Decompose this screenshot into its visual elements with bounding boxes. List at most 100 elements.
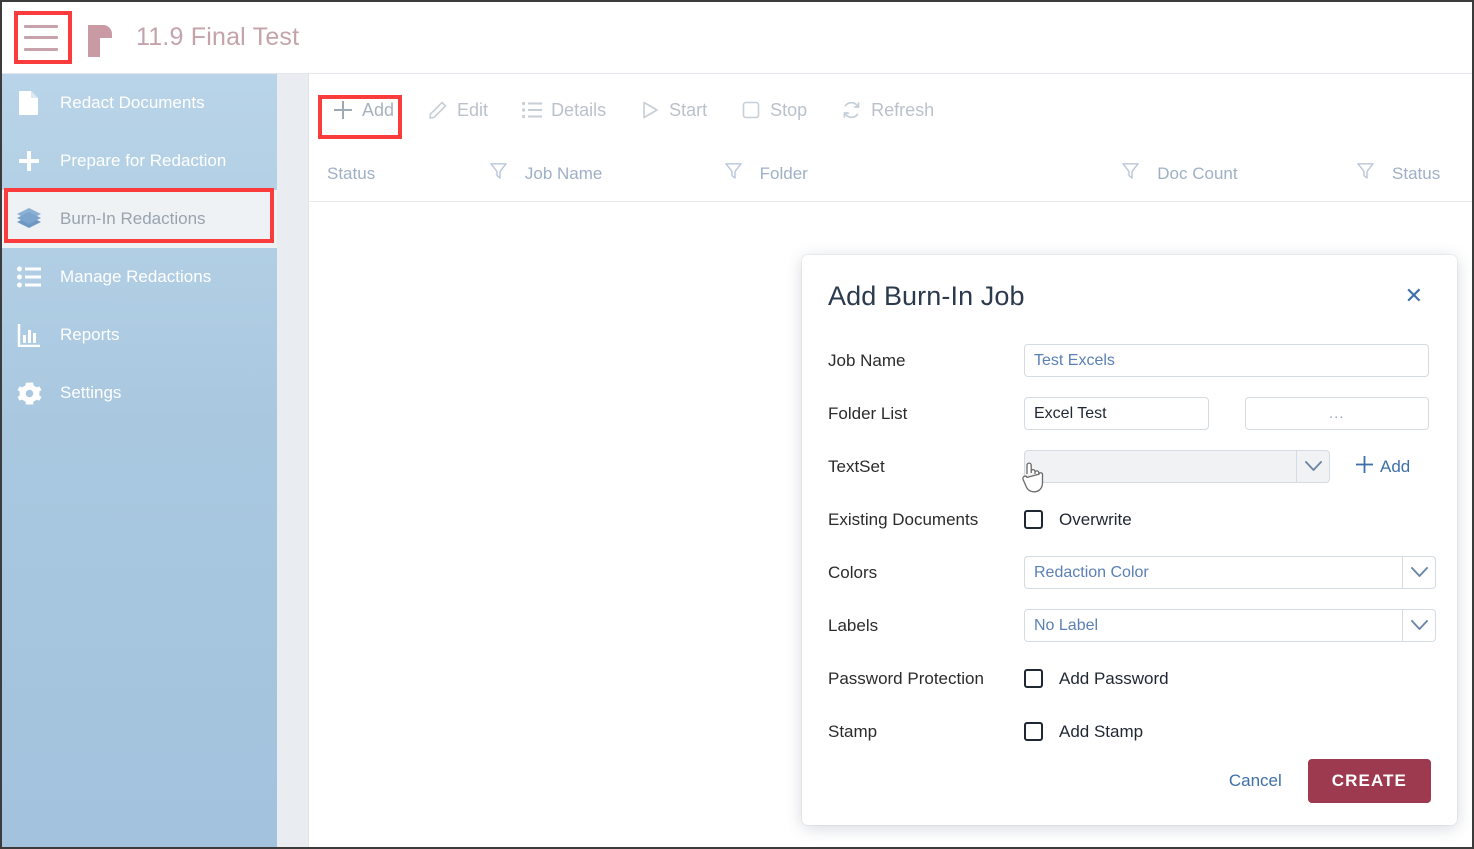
filter-icon[interactable] xyxy=(1122,162,1139,185)
stop-button[interactable]: Stop xyxy=(727,91,821,130)
sidebar-item-prepare-for-redaction[interactable]: Prepare for Redaction xyxy=(2,132,277,190)
table-column-doc-count[interactable]: Doc Count xyxy=(1122,162,1357,185)
sidebar-item-label: Prepare for Redaction xyxy=(60,151,226,171)
textset-dropdown[interactable] xyxy=(1024,450,1330,483)
table-column-label: Doc Count xyxy=(1157,164,1237,184)
toolbar-label: Start xyxy=(669,100,707,121)
folder-list-label: Folder List xyxy=(828,404,1024,424)
sidebar-item-label: Manage Redactions xyxy=(60,267,211,287)
add-password-checkbox-row[interactable]: Add Password xyxy=(1024,669,1169,689)
overwrite-checkbox-row[interactable]: Overwrite xyxy=(1024,510,1132,530)
sidebar-item-label: Burn-In Redactions xyxy=(60,209,206,229)
table-header-row: Status Job Name Folder Doc Count xyxy=(309,146,1472,202)
filter-icon[interactable] xyxy=(1357,162,1374,185)
textset-label: TextSet xyxy=(828,457,1024,477)
document-icon xyxy=(16,90,42,116)
labels-dropdown-value: No Label xyxy=(1024,609,1402,642)
close-icon[interactable]: ✕ xyxy=(1399,281,1429,311)
chevron-down-icon xyxy=(1402,609,1436,642)
toolbar: Add Edit Details xyxy=(309,74,1472,146)
start-button[interactable]: Start xyxy=(626,91,721,130)
create-button[interactable]: CREATE xyxy=(1308,759,1431,803)
form-row-folder-list: Folder List Excel Test ... xyxy=(828,387,1429,440)
sidebar-item-settings[interactable]: Settings xyxy=(2,364,277,422)
labels-dropdown[interactable]: No Label xyxy=(1024,609,1436,642)
table-column-label: Folder xyxy=(760,164,808,184)
overwrite-checkbox[interactable] xyxy=(1024,510,1043,529)
list-icon xyxy=(522,101,542,119)
sidebar: Redact Documents Prepare for Redaction B… xyxy=(2,74,277,847)
form-row-password-protection: Password Protection Add Password xyxy=(828,652,1429,705)
table-column-job-name[interactable]: Job Name xyxy=(490,162,725,185)
dialog-footer: Cancel CREATE xyxy=(1229,759,1431,803)
play-icon xyxy=(640,100,660,120)
add-stamp-checkbox-row[interactable]: Add Stamp xyxy=(1024,722,1143,742)
labels-label: Labels xyxy=(828,616,1024,636)
details-button[interactable]: Details xyxy=(508,91,620,130)
square-icon xyxy=(741,100,761,120)
stamp-label: Stamp xyxy=(828,722,1024,742)
table-column-label: Job Name xyxy=(525,164,602,184)
sidebar-item-redact-documents[interactable]: Redact Documents xyxy=(2,74,277,132)
toolbar-label: Add xyxy=(362,100,394,121)
hamburger-menu-button[interactable] xyxy=(10,10,72,66)
toolbar-label: Refresh xyxy=(871,100,934,121)
add-password-checkbox[interactable] xyxy=(1024,669,1043,688)
table-column-label: Status xyxy=(1392,164,1440,184)
app-header: 11.9 Final Test xyxy=(2,2,1472,74)
folder-list-input[interactable]: Excel Test xyxy=(1024,397,1209,430)
refresh-button[interactable]: Refresh xyxy=(827,91,948,130)
toolbar-label: Stop xyxy=(770,100,807,121)
overwrite-label: Overwrite xyxy=(1059,510,1132,530)
add-burn-in-job-dialog: Add Burn-In Job ✕ Job Name Test Excels F… xyxy=(802,255,1457,825)
colors-dropdown-value: Redaction Color xyxy=(1024,556,1402,589)
layers-icon xyxy=(16,206,42,232)
form-row-stamp: Stamp Add Stamp xyxy=(828,705,1429,758)
add-password-label: Add Password xyxy=(1059,669,1169,689)
add-stamp-checkbox[interactable] xyxy=(1024,722,1043,741)
colors-label: Colors xyxy=(828,563,1024,583)
textset-add-button[interactable]: Add xyxy=(1356,456,1410,478)
cancel-button[interactable]: Cancel xyxy=(1229,771,1282,791)
table-column-status[interactable]: Status xyxy=(327,164,490,184)
filter-icon[interactable] xyxy=(725,162,742,185)
colors-dropdown[interactable]: Redaction Color xyxy=(1024,556,1436,589)
sidebar-item-manage-redactions[interactable]: Manage Redactions xyxy=(2,248,277,306)
form-row-existing-documents: Existing Documents Overwrite xyxy=(828,493,1429,546)
gear-icon xyxy=(16,380,42,406)
bar-chart-icon xyxy=(16,322,42,348)
chevron-down-icon xyxy=(1296,450,1330,483)
chevron-down-icon xyxy=(1402,556,1436,589)
sidebar-item-label: Reports xyxy=(60,325,120,345)
list-icon xyxy=(16,264,42,290)
add-button[interactable]: Add xyxy=(319,91,408,130)
form-row-job-name: Job Name Test Excels xyxy=(828,334,1429,387)
toolbar-label: Edit xyxy=(457,100,488,121)
plus-icon xyxy=(1356,456,1373,478)
app-window: 11.9 Final Test Redact Documents Prepare… xyxy=(0,0,1474,849)
table-column-label: Status xyxy=(327,164,375,184)
sidebar-item-burn-in-redactions[interactable]: Burn-In Redactions xyxy=(2,190,277,248)
password-protection-label: Password Protection xyxy=(828,669,1024,689)
job-name-label: Job Name xyxy=(828,351,1024,371)
pencil-icon xyxy=(428,100,448,120)
dialog-title: Add Burn-In Job xyxy=(828,281,1025,312)
sidebar-item-label: Settings xyxy=(60,383,121,403)
folder-browse-button[interactable]: ... xyxy=(1245,397,1430,430)
toolbar-label: Details xyxy=(551,100,606,121)
plus-icon xyxy=(333,100,353,120)
dialog-header: Add Burn-In Job ✕ xyxy=(828,281,1429,312)
form-row-labels: Labels No Label xyxy=(828,599,1429,652)
form-row-textset: TextSet Add xyxy=(828,440,1429,493)
existing-documents-label: Existing Documents xyxy=(828,510,1024,530)
add-stamp-label: Add Stamp xyxy=(1059,722,1143,742)
filter-icon[interactable] xyxy=(490,162,507,185)
plus-icon xyxy=(16,148,42,174)
table-column-status-2[interactable]: Status xyxy=(1357,162,1472,185)
sidebar-item-reports[interactable]: Reports xyxy=(2,306,277,364)
hamburger-icon xyxy=(24,23,58,53)
sidebar-gutter xyxy=(277,74,309,847)
edit-button[interactable]: Edit xyxy=(414,91,502,130)
table-column-folder[interactable]: Folder xyxy=(725,162,1123,185)
job-name-input[interactable]: Test Excels xyxy=(1024,344,1429,377)
